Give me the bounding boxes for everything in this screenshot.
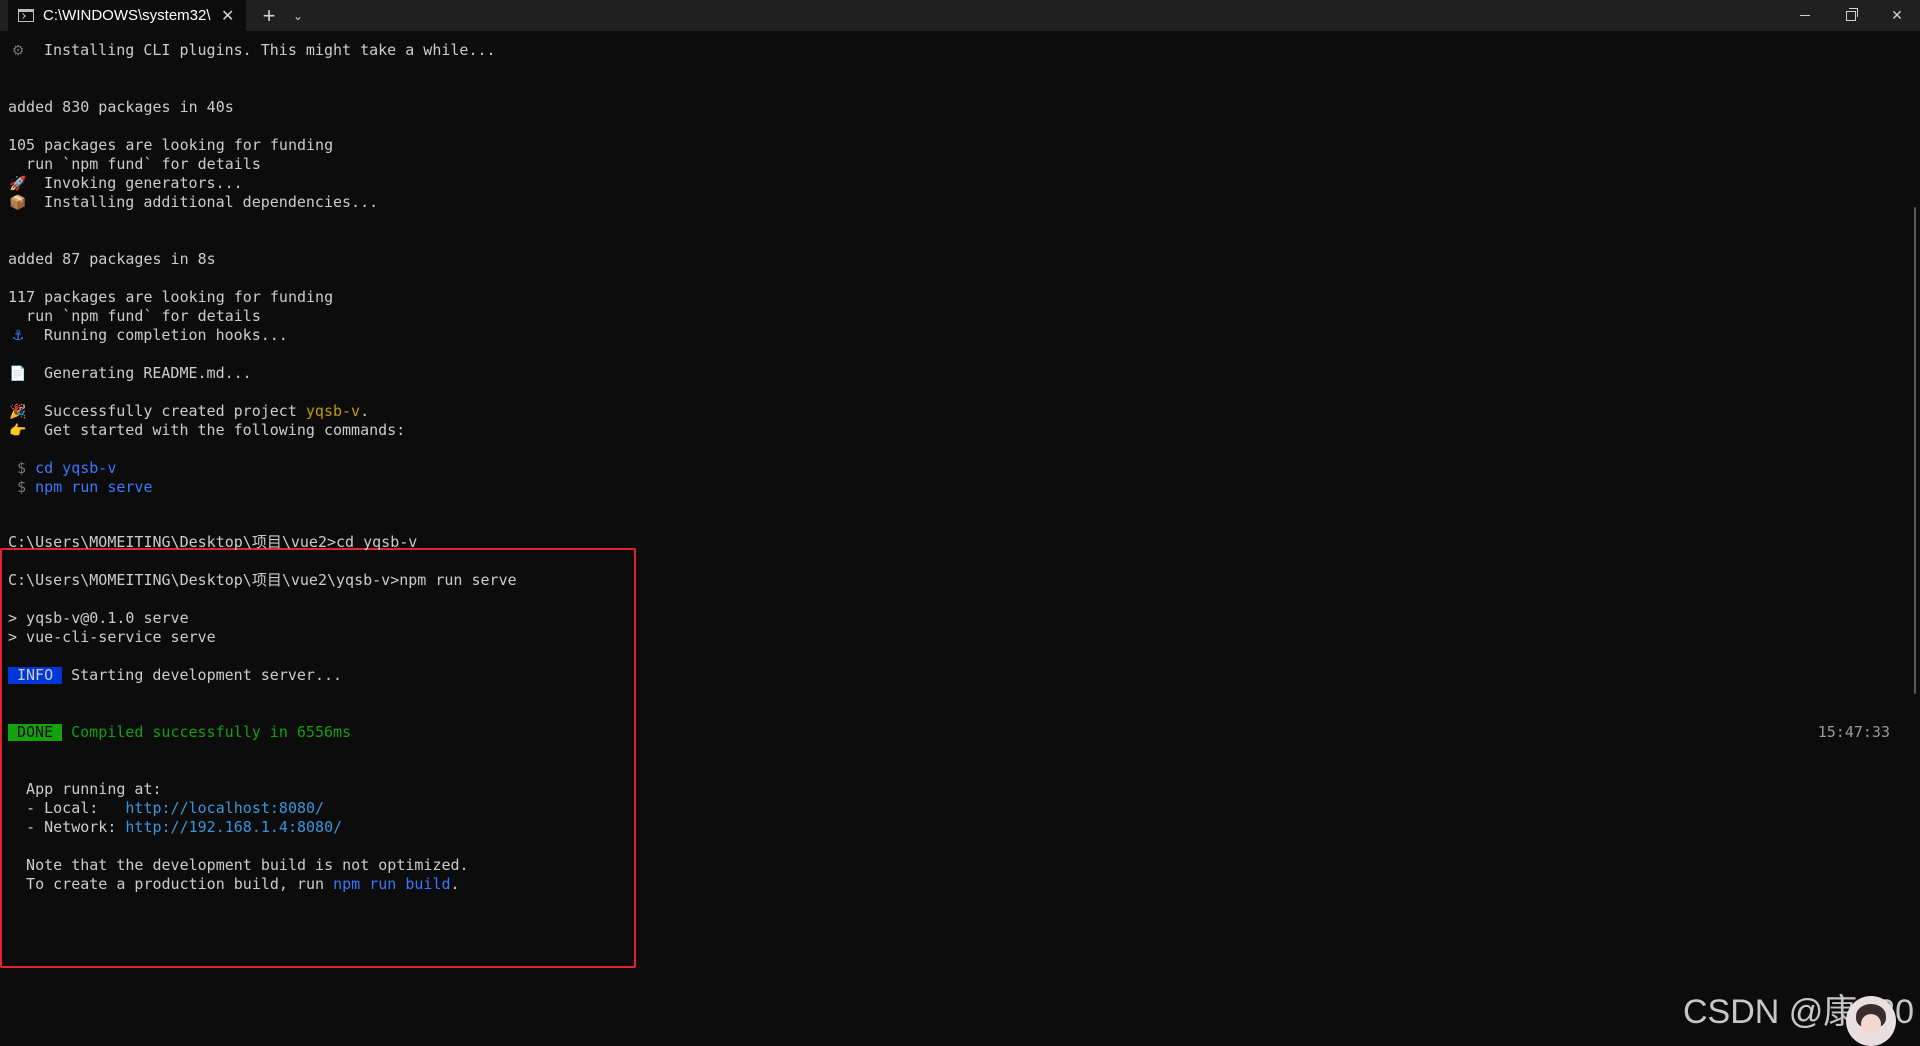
avatar — [1846, 996, 1896, 1046]
build-command: npm run build — [333, 875, 451, 893]
line-text: To create a production build, run — [8, 875, 334, 893]
terminal-line: C:\Users\MOMEITING\Desktop\项目\vue2>cd yq… — [8, 533, 418, 551]
restore-button[interactable] — [1828, 0, 1874, 31]
terminal-line: App running at: — [8, 780, 162, 798]
terminal-line: - Network: http://192.168.1.4:8080/ — [8, 818, 342, 837]
done-badge: DONE — [8, 724, 63, 741]
terminal-line: run `npm fund` for details — [8, 155, 261, 173]
pointing-hand-icon: 👉 — [9, 423, 27, 439]
terminal-line: run `npm fund` for details — [8, 307, 261, 325]
line-text: Starting development server... — [71, 666, 343, 684]
dollar-prompt: $ — [8, 478, 36, 496]
gear-icon: ⚙ — [11, 43, 25, 59]
anchor-icon: ⚓ — [11, 328, 25, 344]
line-text: - Network: — [8, 818, 126, 836]
terminal-line: INFO Starting development server... — [8, 666, 342, 685]
tab-title: C:\WINDOWS\system32\cmd.exe — [43, 7, 211, 24]
title-bar: C:\WINDOWS\system32\cmd.exe ✕ + ⌄ ✕ — [0, 0, 1920, 31]
terminal-line: - Local: http://localhost:8080/ — [8, 799, 324, 818]
line-text: Running completion hooks... — [44, 326, 288, 344]
window-controls: ✕ — [1782, 0, 1920, 31]
line-text: Generating README.md... — [44, 364, 252, 382]
terminal-line: > vue-cli-service serve — [8, 628, 216, 646]
terminal-line: $ npm run serve — [8, 478, 153, 497]
terminal-line: 117 packages are looking for funding — [8, 288, 334, 306]
close-icon: ✕ — [1891, 7, 1903, 23]
line-text: . — [360, 402, 370, 420]
terminal-tab[interactable]: C:\WINDOWS\system32\cmd.exe ✕ — [8, 0, 246, 31]
restore-icon — [1846, 7, 1858, 21]
terminal-line: 📄 Generating README.md... — [8, 364, 252, 383]
terminal-line: DONE Compiled successfully in 6556ms — [8, 723, 351, 742]
line-text: Successfully created project — [44, 402, 306, 420]
new-tab-button[interactable]: + — [250, 0, 288, 31]
terminal-output[interactable]: ⚙ Installing CLI plugins. This might take… — [0, 31, 1920, 1046]
terminal-line: C:\Users\MOMEITING\Desktop\项目\vue2\yqsb-… — [8, 571, 517, 589]
terminal-line: 📦 Installing additional dependencies... — [8, 193, 378, 212]
local-url-link[interactable]: http://localhost:8080/ — [125, 799, 324, 817]
terminal-line: 🎉 Successfully created project yqsb-v. — [8, 402, 369, 421]
terminal-line: $ cd yqsb-v — [8, 459, 116, 478]
tab-dropdown-button[interactable]: ⌄ — [288, 0, 308, 31]
vertical-scrollbar[interactable] — [1914, 207, 1916, 694]
command-prompt-icon — [18, 9, 34, 22]
rocket-icon: 🚀 — [9, 176, 27, 192]
line-text: Get started with the following commands: — [44, 421, 406, 439]
terminal-line: added 87 packages in 8s — [8, 250, 216, 268]
terminal-line: 🚀 Invoking generators... — [8, 174, 243, 193]
line-text: Installing additional dependencies... — [44, 193, 379, 211]
line-text: - Local: — [8, 799, 126, 817]
terminal-line: 105 packages are looking for funding — [8, 136, 334, 154]
timestamp: 15:47:33 — [1817, 723, 1890, 741]
terminal-line: Note that the development build is not o… — [8, 856, 469, 874]
terminal-line: 👉 Get started with the following commands… — [8, 421, 405, 440]
line-text: . — [450, 875, 460, 893]
line-text: Invoking generators... — [44, 174, 243, 192]
minimize-icon — [1800, 15, 1810, 16]
dollar-prompt: $ — [8, 459, 36, 477]
terminal-line: ⚓ Running completion hooks... — [8, 326, 288, 345]
info-badge: INFO — [8, 667, 63, 684]
document-icon: 📄 — [9, 366, 27, 382]
minimize-button[interactable] — [1782, 0, 1828, 31]
line-text: Compiled successfully in 6556ms — [71, 723, 352, 741]
line-text: Installing CLI plugins. This might take … — [44, 41, 496, 59]
terminal-line: > yqsb-v@0.1.0 serve — [8, 609, 189, 627]
close-window-button[interactable]: ✕ — [1874, 0, 1920, 31]
terminal-line: To create a production build, run npm ru… — [8, 875, 460, 894]
project-name: yqsb-v — [305, 402, 361, 420]
package-icon: 📦 — [9, 195, 27, 211]
command-serve: npm run serve — [35, 478, 153, 496]
network-url-link[interactable]: http://192.168.1.4:8080/ — [125, 818, 342, 836]
party-popper-icon: 🎉 — [9, 404, 27, 420]
terminal-line: added 830 packages in 40s — [8, 98, 234, 116]
tab-close-button[interactable]: ✕ — [221, 6, 234, 26]
command-cd: cd yqsb-v — [35, 459, 117, 477]
terminal-line: ⚙ Installing CLI plugins. This might take… — [8, 41, 496, 60]
